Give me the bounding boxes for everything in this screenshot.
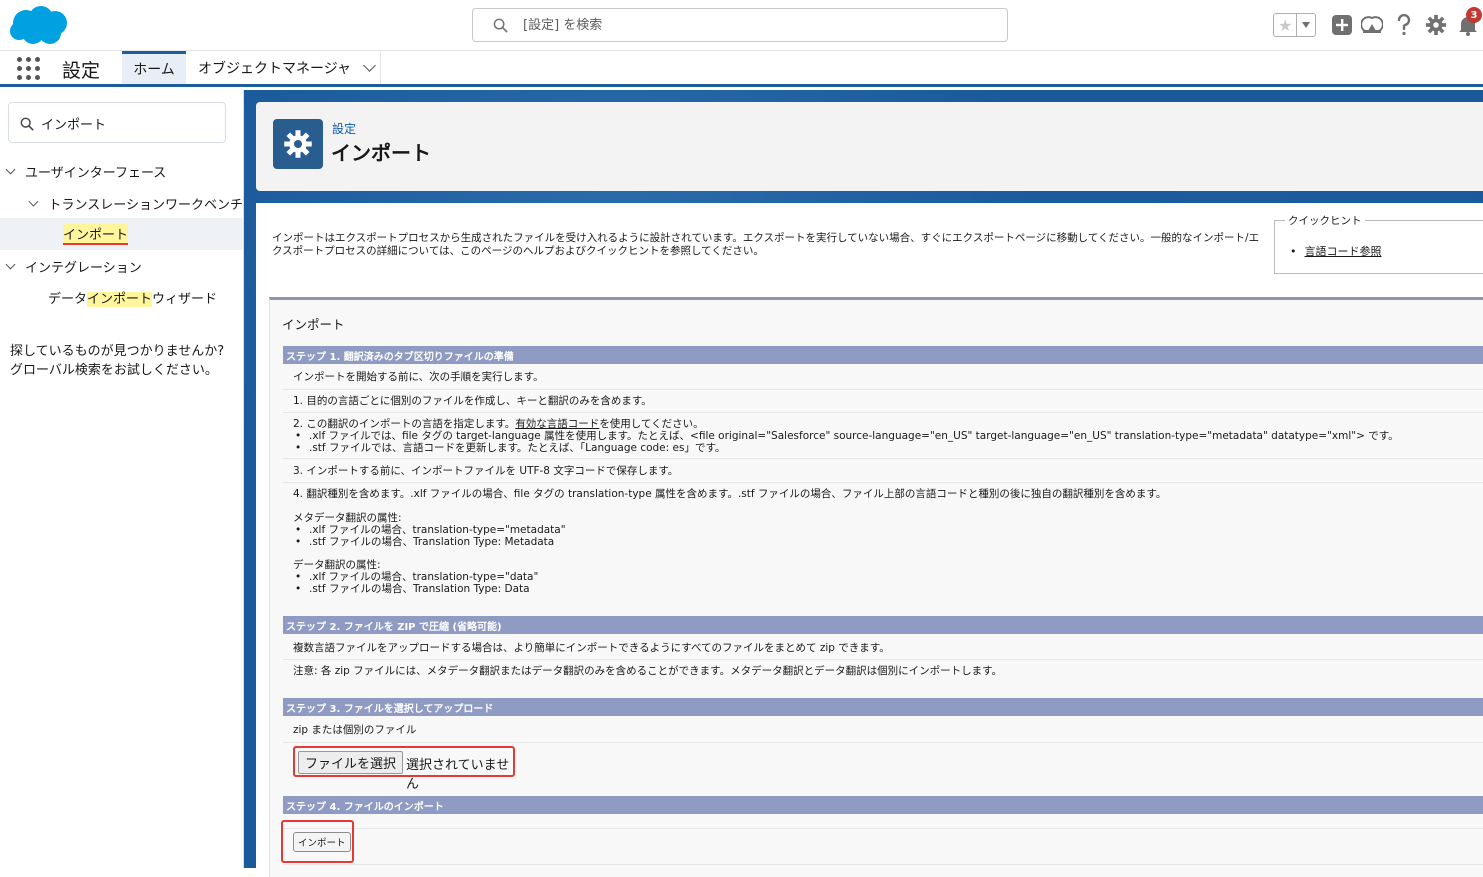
- favorite-star-icon[interactable]: ★: [1274, 14, 1298, 36]
- file-input-highlight: ファイルを選択 選択されていません: [293, 746, 515, 792]
- divider: [283, 742, 1483, 743]
- step4-header: ステップ 4. ファイルのインポート: [283, 796, 1483, 814]
- tree-item-data-import-wizard[interactable]: データインポートウィザード: [0, 281, 243, 313]
- tree-item-label: ユーザインターフェース: [25, 165, 167, 181]
- tree-item-label-highlight: インポート: [87, 291, 153, 307]
- breadcrumb[interactable]: 設定: [332, 120, 356, 137]
- step1-item3: 3. インポートする前に、インポートファイルを UTF-8 文字コードで保存しま…: [293, 465, 679, 477]
- import-button[interactable]: インポート: [293, 832, 351, 852]
- page-title: インポート: [331, 141, 431, 165]
- favorites-dropdown-icon[interactable]: [1297, 14, 1315, 36]
- chevron-down-icon[interactable]: [28, 196, 39, 206]
- metadata-attributes-bullet: .xlf ファイルの場合、translation-type="metadata": [293, 524, 1483, 536]
- step2-line1: 複数言語ファイルをアップロードする場合は、より簡単にインポートできるようにすべて…: [293, 642, 890, 654]
- chevron-down-icon[interactable]: [5, 259, 16, 269]
- step1-item2-bullet: .xlf ファイルでは、file タグの target-language 属性を…: [293, 430, 1483, 442]
- global-actions-icon[interactable]: [1330, 13, 1354, 37]
- data-attributes-bullet: .stf ファイルの場合、Translation Type: Data: [293, 583, 1483, 595]
- setup-gear-icon[interactable]: [1424, 13, 1448, 37]
- step1-item2-suffix: を使用してください。: [599, 418, 704, 430]
- setup-sidebar: ユーザインターフェース トランスレーションワークベンチ インポート インテグレー…: [0, 90, 244, 868]
- favorites-group: ★: [1273, 13, 1316, 37]
- data-attributes-title: データ翻訳の属性:: [293, 559, 381, 571]
- tree-item-integration[interactable]: インテグレーション: [0, 250, 243, 282]
- valid-language-code-link[interactable]: 有効な言語コード: [515, 418, 599, 430]
- divider: [283, 828, 1483, 829]
- help-icon[interactable]: [1392, 13, 1416, 37]
- tree-item-import[interactable]: インポート: [0, 218, 243, 250]
- file-status-text: 選択されていません: [406, 758, 510, 792]
- trailhead-icon[interactable]: [1360, 13, 1384, 37]
- tree-item-label: インポート: [63, 223, 129, 245]
- tree-item-user-interface[interactable]: ユーザインターフェース: [0, 155, 243, 187]
- search-icon: [20, 117, 34, 131]
- tree-item-label: インテグレーション: [25, 260, 142, 276]
- chevron-down-icon[interactable]: [5, 164, 16, 174]
- step1-item2-text: 2. この翻訳のインポートの言語を指定します。: [293, 418, 516, 430]
- divider: [283, 659, 1483, 660]
- file-label: zip または個別のファイル: [293, 724, 417, 736]
- tab-home[interactable]: ホーム: [122, 51, 186, 84]
- sidebar-help-text: 探しているものが見つかりませんか? グローバル検索をお試しください。: [10, 344, 225, 378]
- step1-item2: 2. この翻訳のインポートの言語を指定します。有効な言語コードを使用してください…: [293, 418, 1483, 454]
- intro-text: インポートはエクスポートプロセスから生成されたファイルを受け入れるように設計され…: [272, 232, 1260, 257]
- step1-item2-bullet: .stf ファイルでは、言語コードを更新します。たとえば、「Language c…: [293, 442, 1483, 454]
- search-icon: [493, 18, 508, 33]
- step1-item4: 4. 翻訳種別を含めます。.xlf ファイルの場合、file タグの trans…: [293, 488, 1167, 500]
- chevron-down-icon[interactable]: [363, 59, 376, 72]
- content-panel: インポートはエクスポートプロセスから生成されたファイルを受け入れるように設計され…: [256, 203, 1483, 877]
- choose-file-button[interactable]: ファイルを選択: [298, 751, 404, 774]
- metadata-attributes-title: メタデータ翻訳の属性:: [293, 512, 402, 524]
- quick-find-box[interactable]: [8, 102, 226, 143]
- data-attributes-bullet: .xlf ファイルの場合、translation-type="data": [293, 571, 1483, 583]
- tree-item-label-prefix: データ: [48, 291, 88, 307]
- divider: [283, 864, 1483, 865]
- divider: [283, 412, 1483, 413]
- import-button-highlight: インポート: [281, 820, 354, 863]
- data-attributes: データ翻訳の属性: .xlf ファイルの場合、translation-type=…: [293, 559, 1483, 595]
- language-code-reference-link[interactable]: 言語コード参照: [1290, 243, 1382, 259]
- tree-item-label: トランスレーションワークベンチ: [48, 197, 243, 213]
- step2-header: ステップ 2. ファイルを ZIP で圧縮 (省略可能): [283, 616, 1483, 634]
- tree-item-translation-workbench[interactable]: トランスレーションワークベンチ: [0, 187, 243, 219]
- global-search[interactable]: [472, 8, 1008, 42]
- quick-hints-legend: クイックヒント: [1285, 213, 1365, 228]
- global-search-input[interactable]: [523, 15, 993, 35]
- step1-header: ステップ 1. 翻訳済みのタブ区切りファイルの準備: [283, 346, 1483, 364]
- import-block: インポート ステップ 1. 翻訳済みのタブ区切りファイルの準備 インポートを開始…: [269, 297, 1483, 877]
- tab-object-manager-label: オブジェクトマネージャ: [198, 60, 352, 77]
- metadata-attributes-bullet: .stf ファイルの場合、Translation Type: Metadata: [293, 536, 1483, 548]
- tree-item-label: データインポートウィザード: [48, 288, 217, 307]
- divider: [283, 389, 1483, 390]
- setup-gear-icon: [273, 119, 323, 169]
- metadata-attributes: メタデータ翻訳の属性: .xlf ファイルの場合、translation-typ…: [293, 512, 1483, 548]
- quick-hints-box: クイックヒント 言語コード参照: [1274, 213, 1483, 274]
- step1-item1: 1. 目的の言語ごとに個別のファイルを作成し、キーと翻訳のみを含めます。: [293, 395, 652, 407]
- page-header: 設定 インポート: [256, 102, 1483, 191]
- app-nav-bar: 設定 ホーム オブジェクトマネージャ: [0, 51, 1483, 87]
- tab-object-manager[interactable]: オブジェクトマネージャ: [186, 51, 381, 84]
- app-name: 設定: [62, 60, 101, 82]
- step2-line2: 注意: 各 zip ファイルには、メタデータ翻訳またはデータ翻訳のみを含めること…: [293, 665, 1003, 677]
- step1-intro: インポートを開始する前に、次の手順を実行します。: [293, 371, 544, 383]
- notification-count-badge: 3: [1466, 7, 1482, 23]
- global-header: ★ 3: [0, 0, 1483, 51]
- step3-header: ステップ 3. ファイルを選択してアップロード: [283, 698, 1483, 716]
- import-block-title: インポート: [282, 317, 345, 332]
- divider: [283, 482, 1483, 483]
- tree-item-label-suffix: ウィザード: [152, 291, 218, 307]
- divider: [283, 458, 1483, 459]
- salesforce-logo[interactable]: [9, 4, 69, 46]
- app-launcher-icon[interactable]: [17, 57, 40, 80]
- quick-find-input[interactable]: [41, 113, 216, 133]
